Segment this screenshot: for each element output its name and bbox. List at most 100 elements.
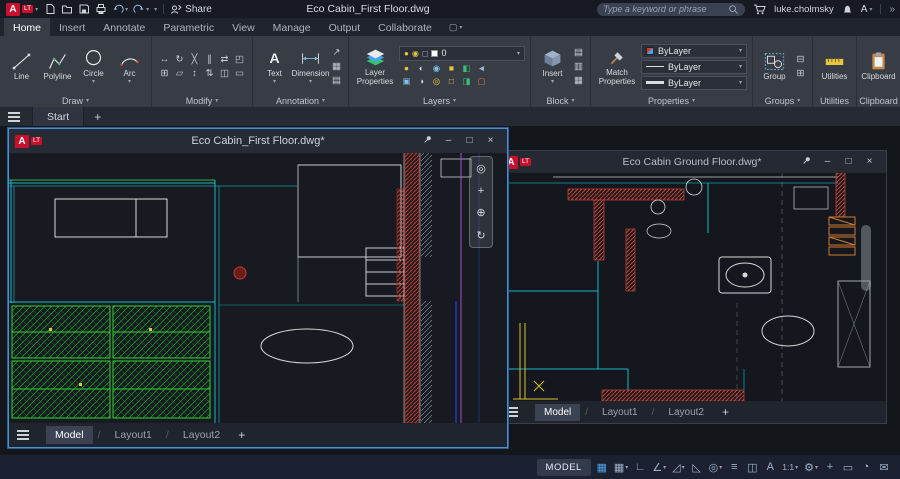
annotation-panel-label[interactable]: Annotation▾: [253, 94, 348, 107]
layout-menu-button[interactable]: [506, 411, 530, 413]
share-button[interactable]: Share: [170, 3, 212, 15]
layout-menu-button[interactable]: [17, 434, 41, 436]
qat-overflow-caret-icon[interactable]: ▾: [154, 6, 157, 13]
ribbon-tab-collaborate[interactable]: Collaborate: [369, 18, 441, 36]
group-edit-icon[interactable]: ⊞: [794, 67, 807, 80]
utilities-tool[interactable]: Utilities: [818, 51, 851, 81]
maximize-button[interactable]: □: [459, 136, 480, 146]
insert-dropdown-caret-icon[interactable]: ▾: [551, 79, 554, 85]
lineweight-display-icon[interactable]: ≡: [726, 459, 742, 476]
current-layer-dropdown[interactable]: ●◉◻ 0 ▾: [399, 46, 525, 61]
fillet-icon[interactable]: ◰: [233, 53, 246, 66]
layer-unisolate-icon[interactable]: ◑: [415, 75, 428, 88]
grid-display-icon[interactable]: ▦: [594, 459, 610, 476]
new-layout-button[interactable]: +: [718, 405, 733, 419]
pan-icon[interactable]: +: [478, 185, 484, 197]
notification-bell-icon[interactable]: [842, 3, 853, 15]
leader-icon[interactable]: ↗: [330, 46, 343, 59]
annotation-scale-icon[interactable]: 1:1▾: [780, 459, 800, 476]
dimension-dropdown-caret-icon[interactable]: ▾: [309, 79, 312, 85]
trim-icon[interactable]: ╳: [188, 53, 201, 66]
signed-in-user[interactable]: luke.cholmsky: [774, 4, 834, 15]
first-floor-titlebar[interactable]: A LT Eco Cabin_First Floor.dwg* – □ ×: [9, 129, 507, 153]
paste-tool[interactable]: Clipboard: [862, 51, 895, 81]
app-logo[interactable]: A LT ▾: [6, 3, 38, 16]
minimize-button[interactable]: –: [817, 157, 838, 167]
block-edit-icon[interactable]: ▤: [572, 46, 585, 59]
arc-dropdown-caret-icon[interactable]: ▾: [128, 79, 131, 85]
navigation-bar[interactable]: ◎ + ⊕ ↻: [469, 156, 493, 248]
orbit-icon[interactable]: ↻: [476, 229, 485, 242]
circle-tool[interactable]: Circle ▾: [77, 48, 110, 86]
mirror-icon[interactable]: ⇄: [218, 53, 231, 66]
layer-properties-tool[interactable]: Layer Properties: [354, 47, 396, 86]
model-tab[interactable]: Model: [535, 404, 580, 421]
annotation-visibility-icon[interactable]: A: [762, 459, 778, 476]
layer-lock-icon[interactable]: ■: [445, 62, 458, 75]
match-properties-tool[interactable]: Match Properties: [596, 47, 638, 86]
block-attributes-icon[interactable]: ▥: [572, 60, 585, 73]
layer-plot-icon[interactable]: ◻: [422, 49, 429, 58]
layer-off-icon[interactable]: ●: [400, 62, 413, 75]
arc-tool[interactable]: Arc ▾: [113, 48, 146, 86]
markup-icon[interactable]: ▤: [330, 74, 343, 87]
stretch-icon[interactable]: ↕: [188, 67, 201, 80]
maximize-button[interactable]: □: [838, 157, 859, 167]
pin-button[interactable]: [796, 155, 817, 169]
ground-floor-titlebar[interactable]: A LT Eco Cabin Ground Floor.dwg* – □ ×: [498, 151, 886, 173]
layout2-tab[interactable]: Layout2: [174, 426, 229, 444]
object-snap-icon[interactable]: ◎▾: [707, 459, 725, 476]
layer-walk-icon[interactable]: ▣: [400, 75, 413, 88]
explode-icon[interactable]: ▭: [233, 67, 246, 80]
groups-panel-label[interactable]: Groups▾: [753, 94, 812, 107]
group-tool[interactable]: Group: [758, 51, 791, 81]
move-icon[interactable]: ↔: [158, 53, 171, 66]
clipboard-panel-label[interactable]: Clipboard: [857, 94, 900, 107]
search-input[interactable]: [603, 4, 724, 14]
navigation-bar-collapsed[interactable]: [861, 225, 871, 291]
model-tab[interactable]: Model: [46, 426, 93, 444]
save-button[interactable]: [78, 3, 90, 15]
redo-button[interactable]: ▾: [133, 3, 149, 15]
feedback-icon[interactable]: ✉: [876, 459, 892, 476]
layer-match-icon[interactable]: ◧: [460, 62, 473, 75]
offset-icon[interactable]: ∥: [203, 53, 216, 66]
start-tab[interactable]: Start: [32, 107, 84, 126]
close-button[interactable]: ×: [859, 157, 880, 167]
utilities-panel-label[interactable]: Utilities: [813, 94, 856, 107]
ribbon-tab-output[interactable]: Output: [320, 18, 370, 36]
titlebar-overflow-chevrons[interactable]: »: [889, 4, 894, 15]
circle-dropdown-caret-icon[interactable]: ▾: [92, 79, 95, 85]
array-icon[interactable]: ⊞: [158, 67, 171, 80]
erase-icon[interactable]: ▱: [173, 67, 186, 80]
layer-freeze-icon[interactable]: ◉: [412, 49, 419, 58]
model-space-toggle[interactable]: MODEL: [537, 459, 591, 476]
layer-isolate-icon[interactable]: ◐: [415, 62, 428, 75]
zoom-icon[interactable]: ⊕: [476, 206, 485, 219]
ribbon-tab-annotate[interactable]: Annotate: [94, 18, 154, 36]
object-color-dropdown[interactable]: ByLayer ▾: [641, 44, 747, 58]
modify-panel-label[interactable]: Modify▾: [152, 94, 252, 107]
scale-icon[interactable]: ⇅: [203, 67, 216, 80]
ground-floor-canvas[interactable]: [498, 173, 886, 401]
table-icon[interactable]: ▦: [330, 60, 343, 73]
linetype-dropdown[interactable]: ByLayer ▾: [641, 60, 747, 74]
file-tab-menu-button[interactable]: [8, 107, 32, 126]
layer-on-icon[interactable]: ●: [404, 49, 409, 58]
clean-screen-icon[interactable]: ▭: [840, 459, 856, 476]
workspace-settings-icon[interactable]: ⚙▾: [802, 459, 820, 476]
search-box[interactable]: [597, 3, 745, 16]
annotation-monitor-icon[interactable]: +: [822, 459, 838, 476]
first-floor-canvas[interactable]: ◎ + ⊕ ↻: [9, 153, 507, 423]
dimension-tool[interactable]: Dimension ▾: [294, 48, 327, 86]
text-tool[interactable]: A Text ▾: [258, 48, 291, 86]
ribbon-tab-home[interactable]: Home: [4, 18, 50, 36]
rotate-icon[interactable]: ↻: [173, 53, 186, 66]
insert-block-tool[interactable]: Insert ▾: [536, 48, 569, 86]
layers-panel-label[interactable]: Layers▾: [349, 94, 530, 107]
isometric-drafting-icon[interactable]: ◿▾: [670, 459, 686, 476]
ribbon-tab-manage[interactable]: Manage: [264, 18, 320, 36]
cart-icon[interactable]: [753, 3, 766, 15]
layer-unlock-icon[interactable]: □: [445, 75, 458, 88]
layer-freeze-icon[interactable]: ◉: [430, 62, 443, 75]
